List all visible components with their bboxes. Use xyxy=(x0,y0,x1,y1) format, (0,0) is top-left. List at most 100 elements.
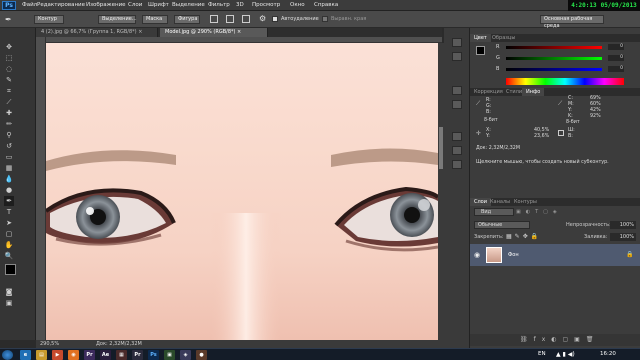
zoom-level[interactable]: 290,5% xyxy=(40,340,59,348)
color-spectrum-ramp[interactable] xyxy=(506,78,624,85)
menu-layers[interactable]: Слои xyxy=(128,2,142,9)
menu-type[interactable]: Шрифт xyxy=(148,2,169,9)
pen-tool-icon[interactable]: ✒ xyxy=(5,14,19,25)
app-icon-4[interactable]: ◈ xyxy=(180,350,191,360)
mask-button[interactable]: Маска xyxy=(142,15,168,24)
red-slider[interactable] xyxy=(506,46,602,49)
scrollbar-thumb[interactable] xyxy=(439,127,443,169)
clone-stamp-tool-icon[interactable]: ⚲ xyxy=(4,130,14,140)
character-panel-icon[interactable] xyxy=(452,132,462,141)
brush-panel-icon[interactable] xyxy=(452,86,462,95)
path-selection-tool-icon[interactable]: ➤ xyxy=(4,218,14,228)
menu-filter[interactable]: Фильтр xyxy=(208,2,230,9)
path-alignment-icon[interactable] xyxy=(226,15,234,23)
tab-document-2[interactable]: Model.jpg @ 290% (RGB/8*) × xyxy=(160,28,268,37)
marquee-tool-icon[interactable]: ⬚ xyxy=(4,53,14,63)
green-slider[interactable] xyxy=(506,57,602,60)
clock-date: 05/09/2013 xyxy=(600,2,637,9)
app-icon-3[interactable]: ▣ xyxy=(164,350,175,360)
fill-field[interactable]: 100% xyxy=(610,233,636,241)
healing-tool-icon[interactable]: ✚ xyxy=(4,108,14,118)
lasso-tool-icon[interactable]: ◌ xyxy=(4,64,14,74)
blur-tool-icon[interactable]: 💧 xyxy=(4,174,14,184)
media-player-icon[interactable]: ▶ xyxy=(52,350,63,360)
blue-value[interactable]: 0 xyxy=(608,66,624,72)
dodge-tool-icon[interactable]: ● xyxy=(4,185,14,195)
lock-label: Закрепить: xyxy=(474,234,504,240)
blend-mode-select[interactable]: Обычные xyxy=(474,221,530,229)
auto-add-checkbox[interactable] xyxy=(272,16,278,22)
premiere-icon[interactable]: Pr xyxy=(84,350,95,360)
path-mode-select[interactable]: Контур xyxy=(34,15,64,24)
eraser-tool-icon[interactable]: ▭ xyxy=(4,152,14,162)
layers-footer-buttons[interactable]: ⛓fx◐▢▣🗑 xyxy=(470,334,640,346)
history-brush-tool-icon[interactable]: ↺ xyxy=(4,141,14,151)
crop-tool-icon[interactable]: ⌗ xyxy=(4,86,14,96)
tray-icons[interactable]: ▲ ▮ ◀) xyxy=(556,351,575,358)
move-tool-icon[interactable]: ✥ xyxy=(4,42,14,52)
hand-tool-icon[interactable]: ✋ xyxy=(4,240,14,250)
layer-filter-select[interactable]: Вид xyxy=(474,208,514,216)
gear-icon[interactable]: ⚙ xyxy=(259,14,266,24)
align-edges-checkbox[interactable] xyxy=(322,16,328,22)
app-icon-5[interactable]: ● xyxy=(196,350,207,360)
tab-document-1[interactable]: 4 (2).jpg @ 66,7% (Группа 1, RGB/8*) × xyxy=(36,28,158,37)
tab-paths[interactable]: Контуры xyxy=(510,198,541,206)
screen-mode-icon[interactable]: ▣ xyxy=(4,298,14,308)
zoom-tool-icon[interactable]: 🔍 xyxy=(4,251,14,261)
lock-icons[interactable]: ▦✎✥🔒 xyxy=(506,233,541,240)
shape-button[interactable]: Фигура xyxy=(174,15,200,24)
explorer-icon[interactable]: ▤ xyxy=(36,350,47,360)
app-icon-2[interactable]: Pr xyxy=(132,350,143,360)
path-arrangement-icon[interactable] xyxy=(242,15,250,23)
quick-select-tool-icon[interactable]: ✎ xyxy=(4,75,14,85)
clone-source-panel-icon[interactable] xyxy=(452,100,462,109)
language-indicator[interactable]: EN xyxy=(538,351,546,357)
start-button[interactable] xyxy=(2,350,13,360)
history-panel-icon[interactable] xyxy=(452,38,462,47)
panel-dock-icons xyxy=(444,28,470,348)
workspace-select[interactable]: Основная рабочая среда xyxy=(540,15,604,29)
quick-mask-icon[interactable]: ◙ xyxy=(4,287,14,297)
color-panel-foreground[interactable] xyxy=(476,46,485,55)
eye-visibility-icon[interactable]: ◉ xyxy=(474,251,480,259)
menu-3d[interactable]: 3D xyxy=(236,2,244,9)
layer-row[interactable]: ◉ Фон 🔒 xyxy=(470,244,640,266)
menu-image[interactable]: Изображение xyxy=(86,2,126,9)
app-icon-1[interactable]: ▦ xyxy=(116,350,127,360)
document-canvas[interactable] xyxy=(46,43,438,340)
paragraph-panel-icon[interactable] xyxy=(452,146,462,155)
menu-file[interactable]: Файл xyxy=(22,2,37,9)
after-effects-icon[interactable]: Ae xyxy=(100,350,111,360)
opacity-field[interactable]: 100% xyxy=(610,221,636,229)
properties-panel-icon[interactable] xyxy=(452,160,462,169)
actions-panel-icon[interactable] xyxy=(452,52,462,61)
windows-taskbar: e ▤ ▶ ◉ Pr Ae ▦ Pr Ps ▣ ◈ ● EN ▲ ▮ ◀) 16… xyxy=(0,348,640,360)
tab-swatches[interactable]: Образцы xyxy=(488,34,519,42)
green-value[interactable]: 0 xyxy=(608,55,624,61)
layer-filter-icons[interactable]: ▣◐T▢◈ xyxy=(516,209,616,215)
eyedropper-tool-icon[interactable]: ⟋ xyxy=(4,97,14,107)
menu-select[interactable]: Выделение xyxy=(172,2,205,9)
pen-tool-icon[interactable]: ✒ xyxy=(4,196,14,206)
tab-info[interactable]: Инфо xyxy=(522,88,545,96)
gradient-tool-icon[interactable]: ▦ xyxy=(4,163,14,173)
tray-clock[interactable]: 16:20 xyxy=(600,351,616,357)
brush-tool-icon[interactable]: ✏ xyxy=(4,119,14,129)
ie-icon[interactable]: e xyxy=(20,350,31,360)
info-k-value: 92% xyxy=(590,114,601,119)
layer-name[interactable]: Фон xyxy=(508,252,519,258)
shape-tool-icon[interactable]: ▢ xyxy=(4,229,14,239)
path-operations-icon[interactable] xyxy=(210,15,218,23)
type-tool-icon[interactable]: T xyxy=(4,207,14,217)
menu-help[interactable]: Справка xyxy=(314,2,338,9)
menu-view[interactable]: Просмотр xyxy=(252,2,280,9)
menu-edit[interactable]: Редактирование xyxy=(37,2,85,9)
selection-button[interactable]: Выделение... xyxy=(98,15,137,24)
photoshop-taskbar-icon[interactable]: Ps xyxy=(148,350,159,360)
blue-slider[interactable] xyxy=(506,68,602,71)
red-value[interactable]: 0 xyxy=(608,44,624,50)
firefox-icon[interactable]: ◉ xyxy=(68,350,79,360)
menu-window[interactable]: Окно xyxy=(290,2,305,9)
foreground-color-swatch[interactable] xyxy=(5,264,16,275)
